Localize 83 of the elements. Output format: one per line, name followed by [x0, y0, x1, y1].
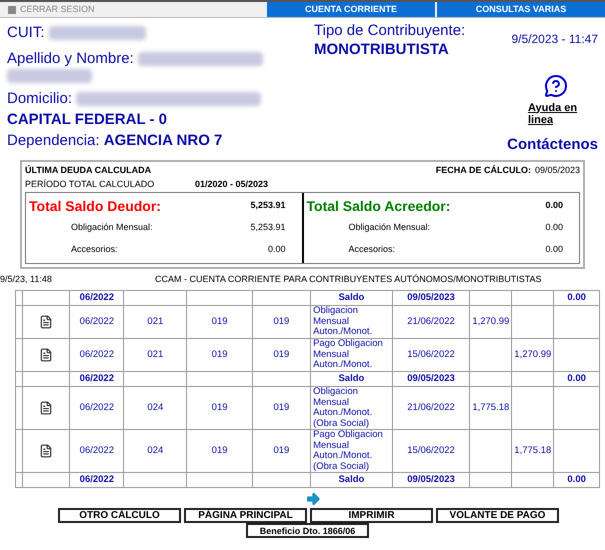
balance-line-value: 0.00 [545, 221, 563, 234]
table-cell: 21/06/2022 [392, 306, 470, 338]
name-label: Apellido y Nombre: [7, 50, 134, 67]
help-icon[interactable] [544, 74, 568, 98]
document-icon[interactable] [39, 443, 54, 459]
taxpayer-type-value: MONOTRIBUTISTA [314, 40, 450, 60]
table-cell: 019 [186, 338, 252, 372]
table-cell: 15/06/2022 [392, 338, 470, 372]
table-cell: 019 [186, 306, 252, 338]
dependency-value: AGENCIA NRO 7 [104, 132, 222, 148]
table-cell: 21/06/2022 [392, 386, 470, 430]
help-link[interactable]: Ayuda en linea [528, 102, 584, 126]
address-city: CAPITAL FEDERAL - 0 [7, 110, 168, 128]
table-cell: 1,775.18 [470, 386, 512, 430]
document-icon[interactable] [39, 314, 54, 330]
table-cell: Saldo [310, 290, 392, 306]
table-cell: 019 [252, 430, 311, 472]
table-cell: 1,270.99 [470, 306, 512, 338]
table-cell: Saldo [310, 372, 392, 386]
balance-total-label: Total Saldo Acreedor: [306, 196, 450, 216]
action-button[interactable]: VOLANTE DE PAGO [436, 508, 559, 523]
balance-total-label: Total Saldo Deudor: [29, 196, 161, 216]
document-icon[interactable] [39, 400, 54, 416]
action-button[interactable]: IMPRIMIR [310, 508, 433, 523]
balance-line-label: Accesorios: [348, 243, 396, 256]
nav-tab[interactable]: CUENTA CORRIENTE [267, 2, 435, 17]
table-cell: 06/2022 [70, 430, 124, 472]
table-cell: 019 [186, 430, 252, 472]
table-cell: 09/05/2023 [392, 372, 470, 386]
period-label: PERÍODO TOTAL CALCULADO [25, 178, 156, 191]
balance-total-value: 5,253.91 [250, 199, 286, 212]
table-cell: 06/2022 [70, 290, 124, 306]
table-cell: 09/05/2023 [392, 472, 470, 488]
table-cell: 06/2022 [70, 338, 124, 372]
balance-line-label: Obligación Mensual: [348, 221, 430, 234]
taxpayer-type-label: Tipo de Contribuyente: [314, 22, 466, 39]
table-cell: 024 [124, 430, 187, 472]
balance-line-value: 5,253.91 [250, 221, 286, 234]
report-title: CCAM - CUENTA CORRIENTE PARA CONTRIBUYENTES AUTÓNOMOS/MONOTRIBUTISTAS [155, 273, 542, 286]
contact-link[interactable]: Contáctenos [507, 134, 598, 156]
table-cell: 019 [252, 338, 311, 372]
table-cell: 1,270.99 [512, 338, 554, 372]
action-button[interactable]: PÁGINA PRINCIPAL [184, 508, 307, 523]
balance-total-value: 0.00 [545, 199, 563, 212]
table-cell: Pago Obligacion Mensual Auton./Monot. [310, 338, 392, 372]
table-cell: 09/05/2023 [392, 290, 470, 306]
balance-line-value: 0.00 [545, 243, 563, 256]
address-label: Domicilio: [7, 89, 72, 109]
balance-line-value: 0.00 [268, 243, 286, 256]
table-cell: 019 [252, 306, 311, 338]
benefit-button[interactable]: Beneficio Dto. 1866/06 [246, 523, 369, 538]
date-time: 9/5/2023 - 11:47 [511, 31, 598, 48]
logout-icon [8, 6, 16, 14]
calc-date-label: FECHA DE CÁLCULO: [436, 164, 531, 177]
table-cell: 06/2022 [70, 472, 124, 488]
nav-tab[interactable]: CONSULTAS VARIAS [437, 2, 605, 17]
table-cell: 0.00 [554, 372, 600, 386]
cuit-label: CUIT: [7, 22, 44, 43]
table-cell: Pago Obligacion Mensual Auton./Monot. (Obra Social) [310, 430, 392, 472]
period-value: 01/2020 - 05/2023 [195, 178, 268, 191]
summary-title: ÚLTIMA DEUDA CALCULADA [25, 164, 152, 177]
table-cell: 021 [124, 338, 187, 372]
table-cell: 024 [124, 386, 187, 430]
calc-date-value: 09/05/2023 [534, 164, 580, 177]
table-cell: 06/2022 [70, 386, 124, 430]
table-cell: Obligacion Mensual Auton./Monot. [310, 306, 392, 338]
action-button[interactable]: OTRO CÁLCULO [58, 508, 181, 523]
table-cell: 021 [124, 306, 187, 338]
document-icon[interactable] [39, 347, 54, 363]
balance-line-label: Accesorios: [71, 243, 118, 256]
table-cell: 019 [186, 386, 252, 430]
balance-line-label: Obligación Mensual: [71, 221, 153, 234]
table-cell: 019 [252, 386, 311, 430]
table-cell: 06/2022 [70, 306, 124, 338]
print-timestamp: 9/5/23, 11:48 [0, 273, 53, 286]
table-cell: 0.00 [554, 290, 600, 306]
table-cell: Obligacion Mensual Auton./Monot. (Obra Social) [310, 386, 392, 430]
table-cell: 06/2022 [70, 372, 124, 386]
table-cell: 1,775.18 [512, 430, 554, 472]
table-cell: Saldo [310, 472, 392, 488]
table-cell: 0.00 [554, 472, 600, 488]
table-cell: 15/06/2022 [392, 430, 470, 472]
dependency-label: Dependencia: [7, 132, 100, 148]
